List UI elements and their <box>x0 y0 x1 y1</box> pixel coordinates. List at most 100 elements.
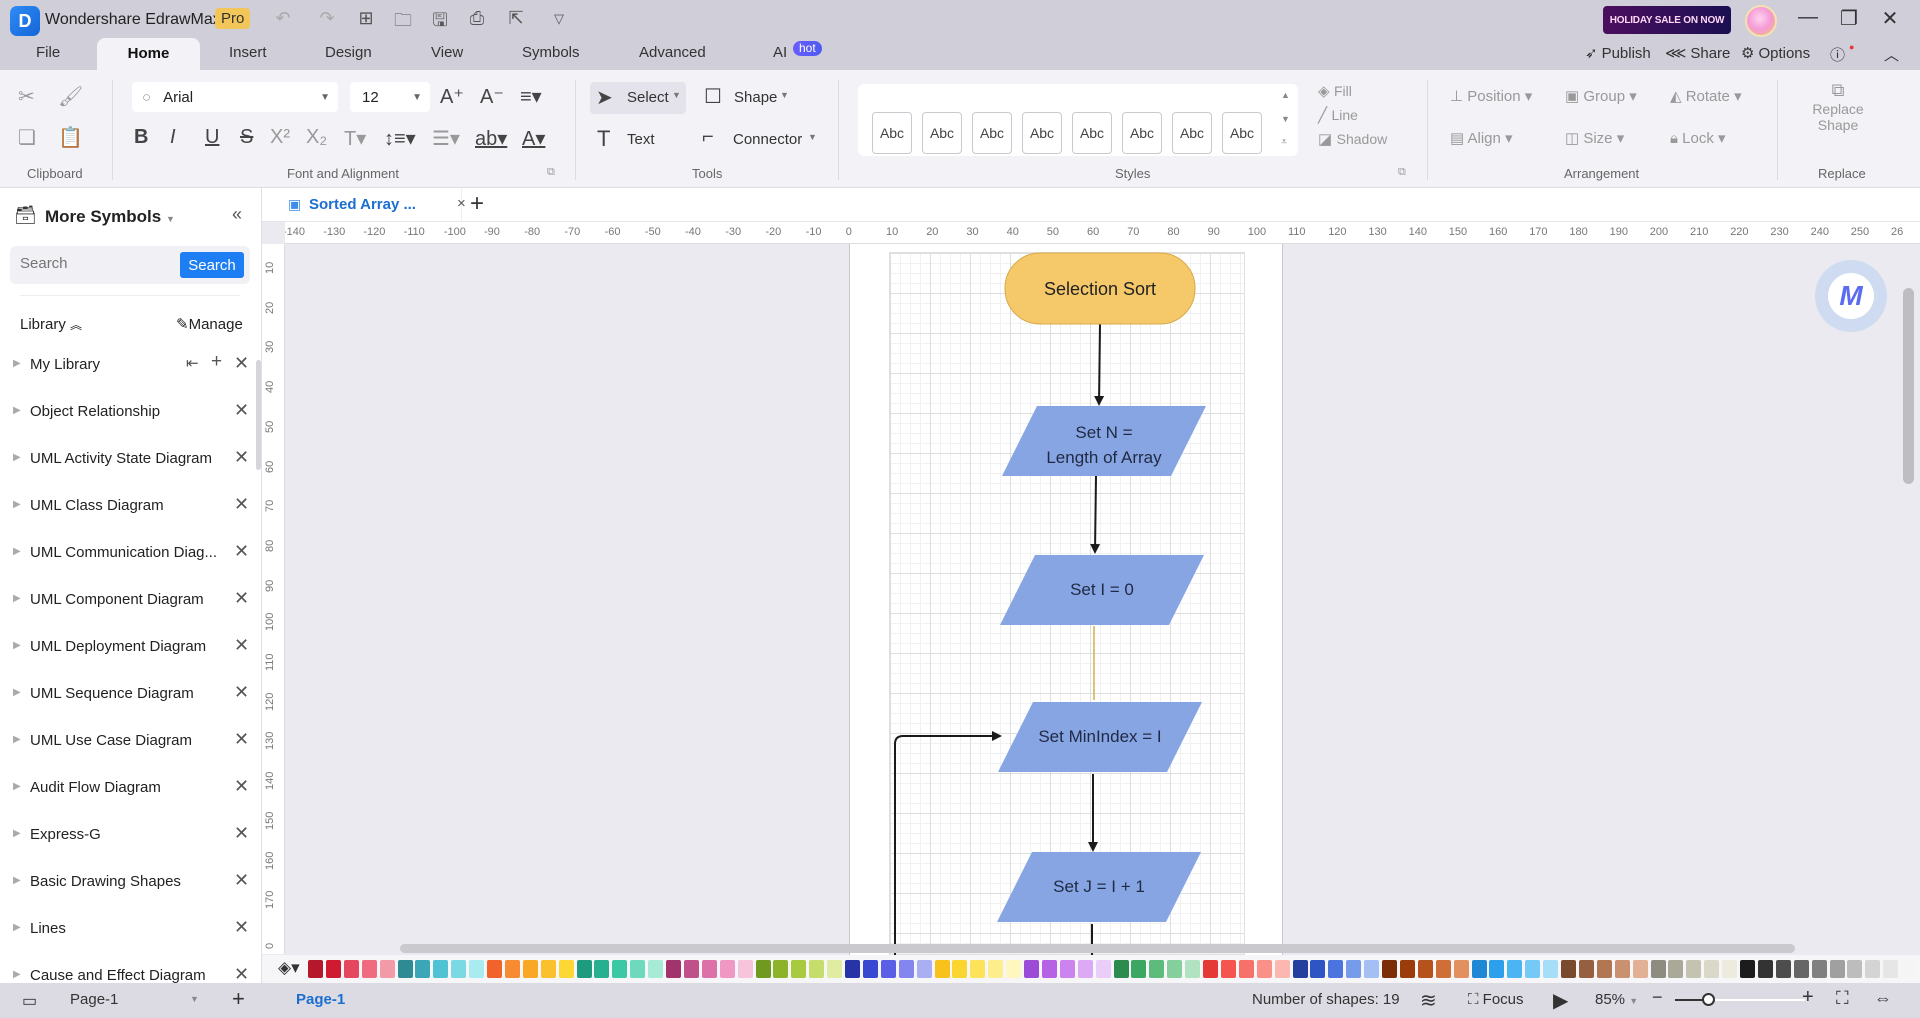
fullscreen-icon[interactable]: ⛶ <box>1836 988 1849 1009</box>
library-item[interactable]: ▶ UML Sequence Diagram ✕ <box>0 675 261 715</box>
color-swatch[interactable] <box>701 960 717 978</box>
color-swatch[interactable] <box>343 960 359 978</box>
style-sample[interactable]: Abc <box>1222 112 1262 154</box>
new-tab-icon[interactable]: + <box>470 190 484 218</box>
tab-view[interactable]: View <box>431 44 463 61</box>
color-swatch[interactable] <box>1274 960 1290 978</box>
zoom-slider-track[interactable] <box>1675 993 1805 1006</box>
expand-triangle-icon[interactable]: ▶ <box>13 640 21 651</box>
color-swatch[interactable] <box>1310 960 1326 978</box>
color-swatch[interactable] <box>898 960 914 978</box>
share-button[interactable]: ⋘ Share <box>1665 44 1730 63</box>
style-sample[interactable]: Abc <box>1172 112 1212 154</box>
font-color-icon[interactable]: A▾ <box>522 126 545 151</box>
expand-triangle-icon[interactable]: ▶ <box>13 828 21 839</box>
tab-insert[interactable]: Insert <box>229 44 267 61</box>
export-icon[interactable]: ⇱ <box>505 8 527 29</box>
color-swatch[interactable] <box>1596 960 1612 978</box>
expand-triangle-icon[interactable]: ▶ <box>13 687 21 698</box>
size-button[interactable]: ◫ Size ▾ <box>1565 129 1624 147</box>
style-sample[interactable]: Abc <box>1022 112 1062 154</box>
color-swatch[interactable] <box>791 960 807 978</box>
color-swatch[interactable] <box>1364 960 1380 978</box>
scroll-down-icon[interactable]: ▼ <box>1281 114 1290 124</box>
color-swatch[interactable] <box>558 960 574 978</box>
expand-triangle-icon[interactable]: ▶ <box>13 499 21 510</box>
holiday-sale-banner[interactable]: HOLIDAY SALE ON NOW <box>1603 6 1731 34</box>
highlight-icon[interactable]: ab▾ <box>475 126 507 151</box>
expand-triangle-icon[interactable]: ▶ <box>13 593 21 604</box>
color-swatch[interactable] <box>1722 960 1738 978</box>
color-swatch[interactable] <box>469 960 485 978</box>
library-item[interactable]: ▶ Express-G ✕ <box>0 816 261 856</box>
color-swatch[interactable] <box>1006 960 1022 978</box>
color-swatch[interactable] <box>612 960 628 978</box>
sidebar-scrollbar[interactable] <box>256 360 261 470</box>
expand-triangle-icon[interactable]: ▶ <box>13 781 21 792</box>
pro-badge[interactable]: Pro <box>215 8 251 29</box>
color-swatch[interactable] <box>1238 960 1254 978</box>
library-toggle[interactable]: Library ︽ <box>20 316 82 333</box>
color-swatch[interactable] <box>1131 960 1147 978</box>
paste-icon[interactable]: 📋 <box>58 125 83 150</box>
position-button[interactable]: ⊥ Position ▾ <box>1450 87 1532 105</box>
color-swatch[interactable] <box>1113 960 1129 978</box>
print-icon[interactable]: ⎙ <box>466 8 488 29</box>
library-item[interactable]: ▶ UML Class Diagram ✕ <box>0 487 261 527</box>
style-sample[interactable]: Abc <box>872 112 912 154</box>
color-swatch[interactable] <box>1256 960 1272 978</box>
color-swatch[interactable] <box>809 960 825 978</box>
color-swatch[interactable] <box>1829 960 1845 978</box>
remove-library-icon[interactable]: ✕ <box>234 588 249 609</box>
symbol-search-input[interactable] <box>20 255 170 272</box>
color-swatch[interactable] <box>1847 960 1863 978</box>
italic-icon[interactable]: I <box>170 126 176 149</box>
library-item[interactable]: ▶ UML Activity State Diagram ✕ <box>0 440 261 480</box>
line-button[interactable]: ╱ Line <box>1318 106 1358 125</box>
expand-triangle-icon[interactable]: ▶ <box>13 875 21 886</box>
strikethrough-icon[interactable]: S <box>240 126 253 149</box>
tab-advanced[interactable]: Advanced <box>639 44 706 61</box>
group-button[interactable]: ▣ Group ▾ <box>1565 87 1637 105</box>
color-swatch[interactable] <box>1328 960 1344 978</box>
color-swatch[interactable] <box>1901 960 1917 978</box>
tab-file[interactable]: File <box>36 44 60 61</box>
color-swatch[interactable] <box>1811 960 1827 978</box>
shadow-button[interactable]: ◪ Shadow <box>1318 130 1387 149</box>
color-swatch[interactable] <box>1650 960 1666 978</box>
options-button[interactable]: ⚙ Options <box>1741 44 1810 63</box>
color-swatch[interactable] <box>415 960 431 978</box>
color-swatch[interactable] <box>683 960 699 978</box>
drawing-page[interactable]: Selection Sort Set N = Length of Array S… <box>849 244 1283 955</box>
select-tool-button[interactable]: ➤ Select ▼ <box>590 82 686 114</box>
color-swatch[interactable] <box>970 960 986 978</box>
text-tool-button[interactable]: T Text <box>595 124 675 156</box>
connector-tool-button[interactable]: ⌐ Connector ▼ <box>700 124 830 156</box>
customize-quick-access-icon[interactable]: ▽ <box>548 11 570 27</box>
close-tab-icon[interactable]: × <box>457 195 466 212</box>
color-swatch[interactable] <box>1059 960 1075 978</box>
style-sample[interactable]: Abc <box>972 112 1012 154</box>
tab-symbols[interactable]: Symbols <box>522 44 580 61</box>
style-sample[interactable]: Abc <box>1072 112 1112 154</box>
expand-gallery-icon[interactable]: ⩡ <box>1281 136 1287 149</box>
remove-library-icon[interactable]: ✕ <box>234 917 249 938</box>
help-button[interactable]: ⓘ ● <box>1830 42 1854 65</box>
color-swatch[interactable] <box>1740 960 1755 978</box>
tab-ai[interactable]: AI <box>773 44 787 61</box>
tab-design[interactable]: Design <box>325 44 372 61</box>
vertical-scrollbar[interactable] <box>1903 288 1914 484</box>
color-swatch[interactable] <box>827 960 843 978</box>
manage-button[interactable]: ✎Manage <box>176 315 243 333</box>
import-icon[interactable]: ⇤ <box>186 354 199 372</box>
color-swatch[interactable] <box>916 960 932 978</box>
new-file-icon[interactable]: ⊞ <box>355 8 377 29</box>
color-swatch[interactable] <box>1095 960 1111 978</box>
library-item[interactable]: ▶ UML Deployment Diagram ✕ <box>0 628 261 668</box>
color-swatch[interactable] <box>325 960 341 978</box>
copy-icon[interactable]: ❏ <box>18 125 36 150</box>
page-panel-toggle-icon[interactable]: ▭ <box>22 991 37 1011</box>
collapse-panel-icon[interactable]: « <box>232 204 242 225</box>
user-avatar[interactable] <box>1745 5 1777 37</box>
zoom-out-icon[interactable]: − <box>1652 987 1663 1008</box>
